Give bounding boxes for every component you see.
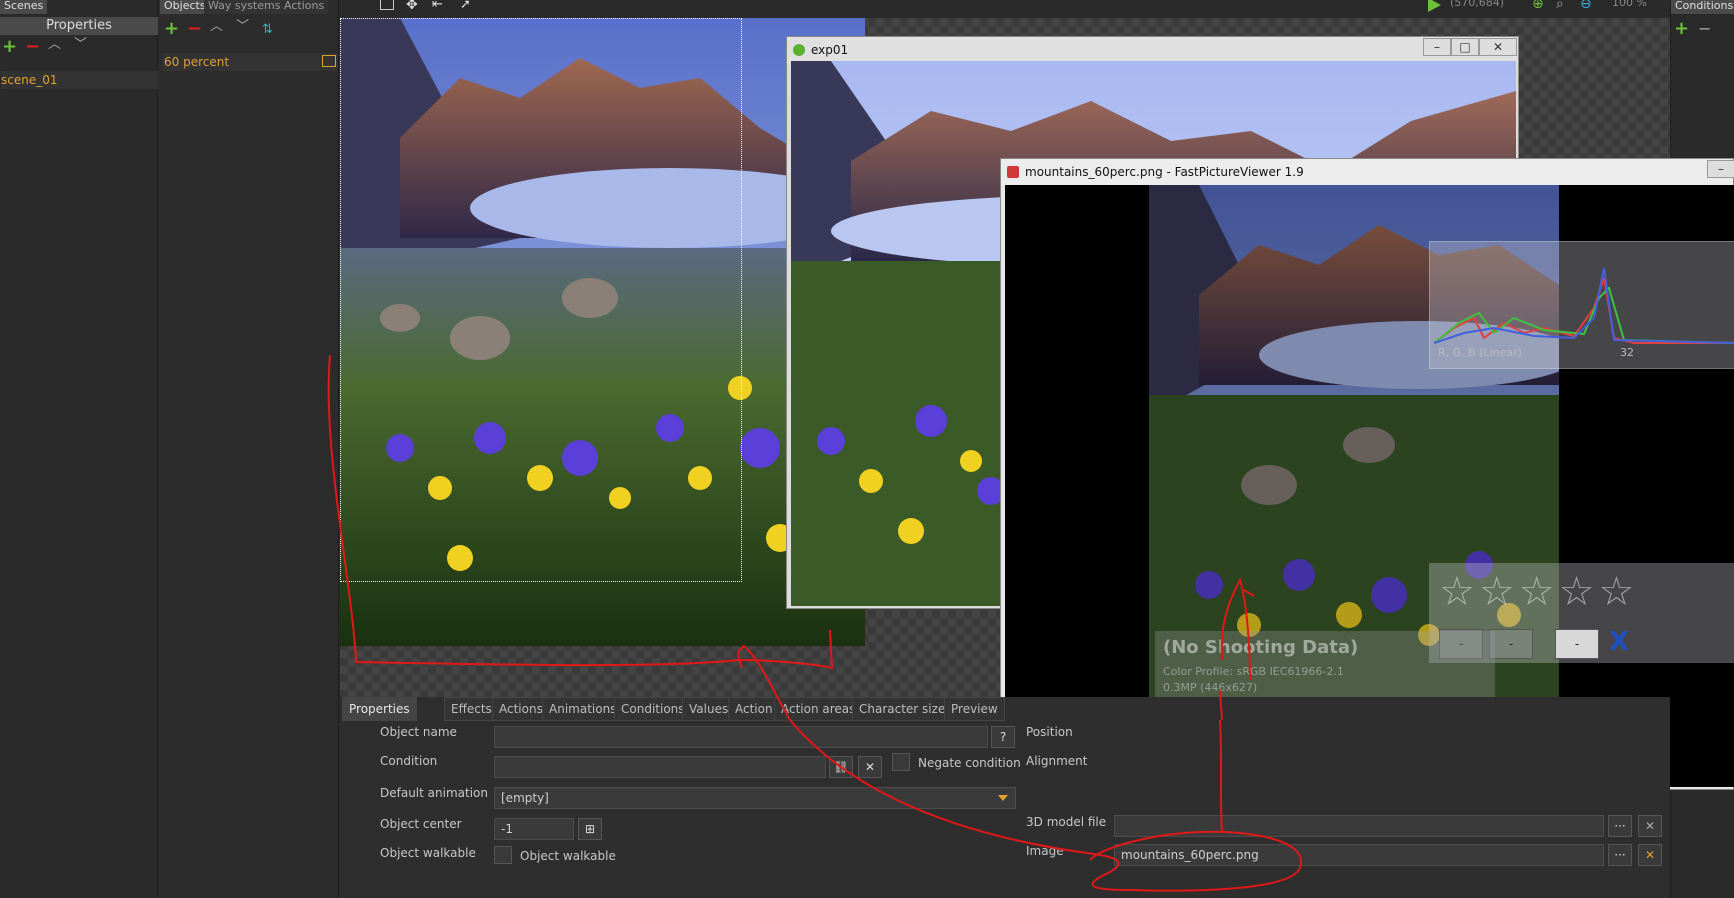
tab-animations[interactable]: Animations — [542, 697, 624, 721]
play-icon[interactable] — [1428, 0, 1441, 12]
model-file-input[interactable] — [1114, 815, 1604, 837]
object-name-input[interactable] — [494, 726, 988, 748]
object-walkable-checkbox[interactable] — [494, 846, 512, 864]
tab-scenes[interactable]: Scenes — [0, 0, 48, 14]
exp01-minimize-button[interactable]: – — [1423, 38, 1451, 56]
histogram-label: R, G, B (Linear) — [1438, 346, 1522, 359]
no-shooting-data: (No Shooting Data) — [1163, 637, 1359, 658]
histogram-value: 32 — [1620, 346, 1634, 359]
object-down-icon[interactable]: ﹀ — [236, 20, 249, 34]
object-center-input[interactable]: -1 — [494, 818, 574, 840]
move-down-icon[interactable]: ﹀ — [74, 38, 87, 52]
image-label: Image — [1026, 844, 1064, 858]
condition-label: Condition — [380, 754, 438, 768]
tab-preview[interactable]: Preview — [944, 697, 1005, 721]
exp01-close-button[interactable]: ✕ — [1479, 38, 1517, 56]
exp01-title: exp01 — [811, 43, 849, 57]
tab-action[interactable]: Action — [728, 697, 780, 721]
properties-header: Properties — [0, 17, 158, 35]
object-walkable-label: Object walkable — [380, 846, 476, 860]
add-condition-icon[interactable]: + — [1674, 20, 1689, 38]
exp01-titlebar[interactable]: exp01 — [787, 37, 1518, 63]
rating-minus-button-2[interactable]: - — [1489, 629, 1533, 659]
zoom-in-icon[interactable]: ⊕ — [1532, 0, 1544, 12]
position-label: Position — [1026, 725, 1073, 739]
sort-icon[interactable]: ⇅ — [262, 22, 273, 37]
model-file-browse-button[interactable]: ··· — [1608, 815, 1632, 837]
tab-objects[interactable]: Objects — [160, 0, 210, 14]
remove-condition-icon[interactable]: − — [1698, 21, 1711, 37]
viewer-window[interactable]: mountains_60perc.png - FastPictureViewer… — [1000, 158, 1734, 790]
select-tool-icon[interactable] — [380, 0, 394, 10]
image-icon — [322, 55, 336, 67]
object-walkable-check-label: Object walkable — [520, 849, 616, 863]
move-up-icon[interactable]: ︿ — [48, 38, 61, 52]
viewer-titlebar[interactable]: mountains_60perc.png - FastPictureViewer… — [1001, 159, 1733, 185]
move-tool-icon[interactable]: ✥ — [406, 0, 418, 13]
negate-checkbox[interactable] — [892, 753, 910, 771]
add-scene-icon[interactable]: + — [2, 38, 17, 56]
alignment-label: Alignment — [1026, 754, 1088, 768]
model-file-clear-button[interactable]: ✕ — [1638, 815, 1662, 837]
viewer-minimize-button[interactable]: – — [1707, 160, 1734, 178]
image-browse-button[interactable]: ··· — [1608, 844, 1632, 866]
negate-label: Negate condition — [918, 756, 1021, 770]
default-animation-label: Default animation — [380, 786, 488, 800]
image-clear-button[interactable]: ✕ — [1638, 844, 1662, 866]
remove-scene-icon[interactable]: − — [25, 38, 40, 56]
megapixels: 0.3MP (446x627) — [1163, 681, 1258, 694]
tab-action-areas[interactable]: Action areas — [774, 697, 863, 721]
resize-tool-icon[interactable]: ⇤ — [432, 0, 443, 12]
image-value: mountains_60perc.png — [1121, 848, 1259, 862]
tab-character-size[interactable]: Character size — [852, 697, 953, 721]
exp01-maximize-button[interactable]: □ — [1451, 38, 1479, 56]
remove-object-icon[interactable]: − — [187, 20, 202, 38]
object-center-value: -1 — [501, 822, 513, 836]
object-name-label: Object name — [380, 725, 457, 739]
tab-conditions[interactable]: Conditions — [1671, 0, 1734, 14]
histogram-graph — [1434, 267, 1734, 344]
tab-way-systems[interactable]: Way systems — [204, 0, 285, 14]
selection-rectangle — [340, 18, 742, 582]
add-object-icon[interactable]: + — [164, 20, 179, 38]
condition-input[interactable] — [494, 756, 826, 778]
zoom-out-icon[interactable]: ⊖ — [1580, 0, 1592, 12]
viewer-title: mountains_60perc.png - FastPictureViewer… — [1025, 165, 1304, 179]
tab-conditions-props[interactable]: Conditions — [614, 697, 692, 721]
scenes-panel — [0, 0, 158, 898]
tab-properties[interactable]: Properties — [342, 697, 417, 721]
viewer-app-icon — [1007, 166, 1019, 178]
image-input[interactable]: mountains_60perc.png — [1114, 844, 1604, 866]
exp01-app-icon — [793, 44, 805, 56]
reject-icon[interactable]: X — [1609, 627, 1629, 657]
dropdown-arrow-icon[interactable] — [998, 795, 1008, 801]
condition-link-button[interactable]: ⛓ — [829, 756, 853, 778]
object-center-pick-button[interactable]: ⊞ — [578, 818, 602, 840]
object-item[interactable]: 60 percent — [162, 53, 338, 71]
pointer-tool-icon[interactable]: ➚ — [460, 0, 471, 12]
tab-actions[interactable]: Actions — [280, 0, 329, 14]
model-file-label: 3D model file — [1026, 815, 1107, 829]
scene-item[interactable]: scene_01 — [1, 71, 158, 89]
tab-effects[interactable]: Effects — [444, 697, 499, 721]
coords-readout: (570,684) — [1450, 0, 1505, 9]
condition-clear-button[interactable]: ✕ — [858, 756, 882, 778]
rating-minus-button-3[interactable]: - — [1555, 629, 1599, 659]
zoom-icon[interactable]: ⌕ — [1556, 0, 1564, 12]
zoom-readout: 100 % — [1612, 0, 1647, 9]
default-animation-value: [empty] — [501, 791, 549, 805]
objects-panel — [159, 0, 339, 898]
color-profile: Color Profile: sRGB IEC61966-2.1 — [1163, 665, 1344, 678]
object-name-help-button[interactable]: ? — [991, 726, 1015, 748]
rating-stars[interactable]: ☆☆☆☆☆ — [1439, 569, 1638, 615]
object-center-label: Object center — [380, 817, 462, 831]
object-up-icon[interactable]: ︿ — [210, 20, 223, 34]
histogram-panel: R, G, B (Linear) 32 — [1429, 241, 1734, 369]
default-animation-select[interactable]: [empty] — [494, 787, 1016, 809]
